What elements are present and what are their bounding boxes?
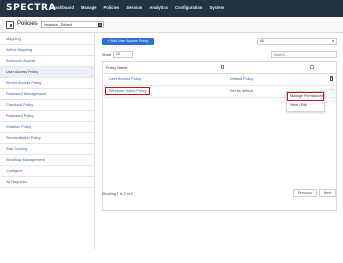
policy-name-link[interactable]: User Access Policy: [109, 77, 141, 81]
checkbox-icon[interactable]: [310, 65, 314, 69]
nav-policies[interactable]: Policies: [103, 5, 119, 12]
main-nav: Dashboard Manage Policies Session Analyt…: [52, 5, 224, 12]
chevron-down-icon: ▾: [332, 39, 334, 43]
sidebar-item-reconciliation-policy[interactable]: Reconciliation Policy: [0, 133, 94, 144]
sidebar-item-server-access-policy[interactable]: Server Access Policy: [0, 78, 94, 89]
sidebar-item-risk-scoring[interactable]: Risk Scoring: [0, 144, 94, 155]
show-entries-select[interactable]: 10: [113, 51, 133, 58]
sidebar: Mapping Active Mapping Exclusion Access …: [0, 34, 95, 249]
policy-status: Default Policy: [230, 77, 254, 81]
view-edit-menu-item[interactable]: View / Edit: [287, 101, 324, 110]
search-input[interactable]: [271, 51, 337, 58]
sidebar-item-checkout-policy[interactable]: Checkout Policy: [0, 100, 94, 111]
instance-select-value: Instance - Default: [44, 23, 73, 27]
main-content: + Add User Access Policy All ▾ Show 10 P…: [98, 34, 340, 250]
table-header-row: Policy Name: [103, 62, 336, 74]
page-title: Policies: [17, 21, 38, 27]
brand-logo: SPECTRA: [6, 3, 57, 13]
set-as-default-link[interactable]: Set as default: [230, 89, 253, 93]
nav-analytics[interactable]: Analytics: [149, 5, 168, 12]
previous-page-button[interactable]: Previous: [293, 189, 317, 197]
sidebar-item-all-requests[interactable]: All Requests: [0, 177, 94, 188]
policy-icon: [6, 21, 14, 29]
policy-name-link[interactable]: Windows Users Policy: [109, 89, 147, 93]
sidebar-item-password-management[interactable]: Password Management: [0, 89, 94, 100]
sidebar-item-mapping[interactable]: Mapping: [0, 34, 94, 45]
column-header-policy-name[interactable]: Policy Name: [106, 66, 127, 70]
sidebar-item-rotation-policy[interactable]: Rotation Policy: [0, 122, 94, 133]
caret-down-icon: ▾: [98, 23, 102, 27]
pagination-info: Showing 1 to 2 of 2: [102, 192, 133, 196]
ellipsis-icon[interactable]: ...: [330, 86, 334, 92]
nav-configuration[interactable]: Configuration: [175, 5, 202, 12]
filter-select[interactable]: All ▾: [257, 38, 337, 45]
document-icon: [221, 65, 224, 69]
nav-manage[interactable]: Manage: [81, 5, 97, 12]
sidebar-item-active-mapping[interactable]: Active Mapping: [0, 45, 94, 56]
next-page-button[interactable]: Next: [319, 189, 336, 197]
add-user-access-policy-button[interactable]: + Add User Access Policy: [102, 38, 154, 45]
show-entries-label: Show: [102, 53, 111, 57]
page-header: Policies Instance - Default ▾: [0, 17, 343, 33]
instance-select[interactable]: Instance - Default ▾: [41, 21, 104, 28]
manage-permissions-menu-item[interactable]: Manage Permissions: [287, 92, 324, 101]
nav-system[interactable]: System: [209, 5, 224, 12]
row-action-menu: Manage Permissions View / Edit: [286, 91, 325, 112]
sidebar-item-user-access-policy[interactable]: User Access Policy: [0, 67, 94, 78]
sidebar-item-exclusion-access[interactable]: Exclusion Access: [0, 56, 94, 67]
top-navigation-bar: SPECTRA Dashboard Manage Policies Sessio…: [0, 0, 343, 17]
sidebar-item-workflow-management[interactable]: Workflow Management: [0, 155, 94, 166]
trash-icon[interactable]: [330, 76, 333, 81]
sidebar-item-configure[interactable]: Configure: [0, 166, 94, 177]
nav-session[interactable]: Session: [126, 5, 142, 12]
filter-select-value: All: [260, 39, 264, 43]
sidebar-item-password-policy[interactable]: Password Policy: [0, 111, 94, 122]
table-row: User Access Policy Default Policy: [103, 74, 336, 86]
nav-dashboard[interactable]: Dashboard: [52, 5, 74, 12]
